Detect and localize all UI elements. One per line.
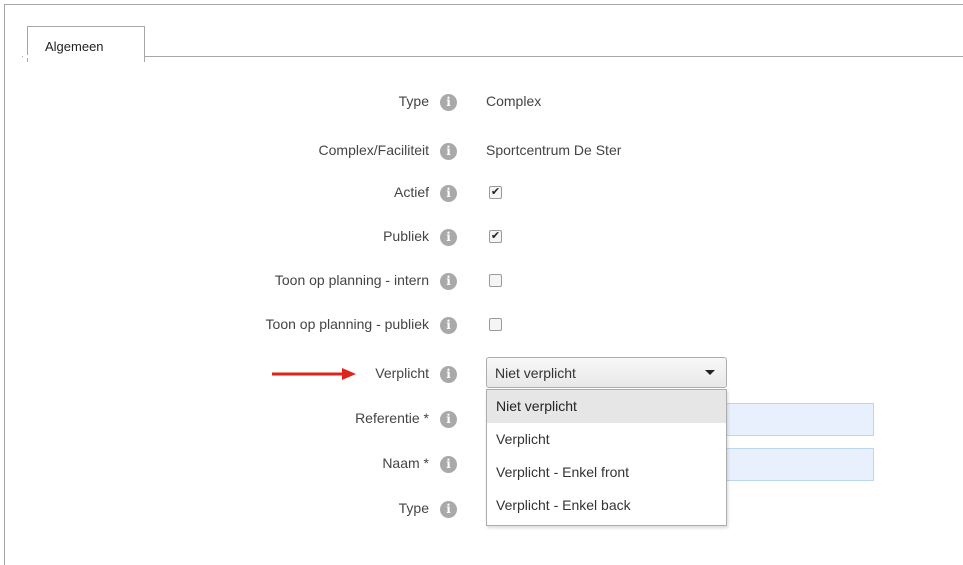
verplicht-label: Verplicht (375, 365, 429, 381)
complex-value: Sportcentrum De Ster (486, 142, 622, 158)
info-icon[interactable]: i (440, 411, 457, 428)
info-icon[interactable]: i (440, 273, 457, 290)
dropdown-option[interactable]: Verplicht - Enkel front (487, 456, 726, 489)
publiek-label: Publiek (383, 228, 429, 244)
info-icon[interactable]: i (440, 456, 457, 473)
naam-label: Naam * (382, 455, 429, 471)
check-icon: ✔ (490, 186, 501, 198)
toon-intern-label: Toon op planning - intern (274, 272, 429, 288)
check-icon: ✔ (490, 230, 501, 242)
info-icon[interactable]: i (440, 143, 457, 160)
complex-label: Complex/Faciliteit (318, 142, 429, 158)
dropdown-option[interactable]: Verplicht - Enkel back (487, 489, 726, 522)
info-icon[interactable]: i (440, 185, 457, 202)
toon-publiek-label: Toon op planning - publiek (265, 316, 429, 332)
dropdown-option[interactable]: Niet verplicht (487, 390, 726, 423)
actief-label: Actief (393, 184, 429, 200)
tab-algemeen-label: Algemeen (45, 39, 104, 54)
info-icon[interactable]: i (440, 229, 457, 246)
info-icon[interactable]: i (440, 501, 457, 518)
naam-input[interactable] (720, 448, 874, 481)
actief-checkbox[interactable]: ✔ (489, 186, 502, 199)
annotation-arrow-icon (272, 368, 356, 380)
referentie-input[interactable] (720, 403, 874, 436)
type-label: Type (398, 93, 429, 109)
dropdown-option[interactable]: Verplicht (487, 423, 726, 456)
verplicht-dropdown-list: Niet verplicht Verplicht Verplicht - Enk… (486, 389, 727, 526)
type2-label: Type (398, 500, 429, 516)
info-icon[interactable]: i (440, 94, 457, 111)
info-icon[interactable]: i (440, 366, 457, 383)
type-value: Complex (486, 93, 542, 109)
tab-strip-border (22, 56, 963, 57)
chevron-down-icon (705, 370, 715, 375)
publiek-checkbox[interactable]: ✔ (489, 230, 502, 243)
referentie-label: Referentie * (355, 410, 429, 426)
verplicht-select[interactable]: Niet verplicht (486, 357, 727, 388)
toon-publiek-checkbox[interactable] (489, 318, 502, 331)
verplicht-selected-value: Niet verplicht (495, 365, 576, 381)
toon-intern-checkbox[interactable] (489, 274, 502, 287)
info-icon[interactable]: i (440, 317, 457, 334)
